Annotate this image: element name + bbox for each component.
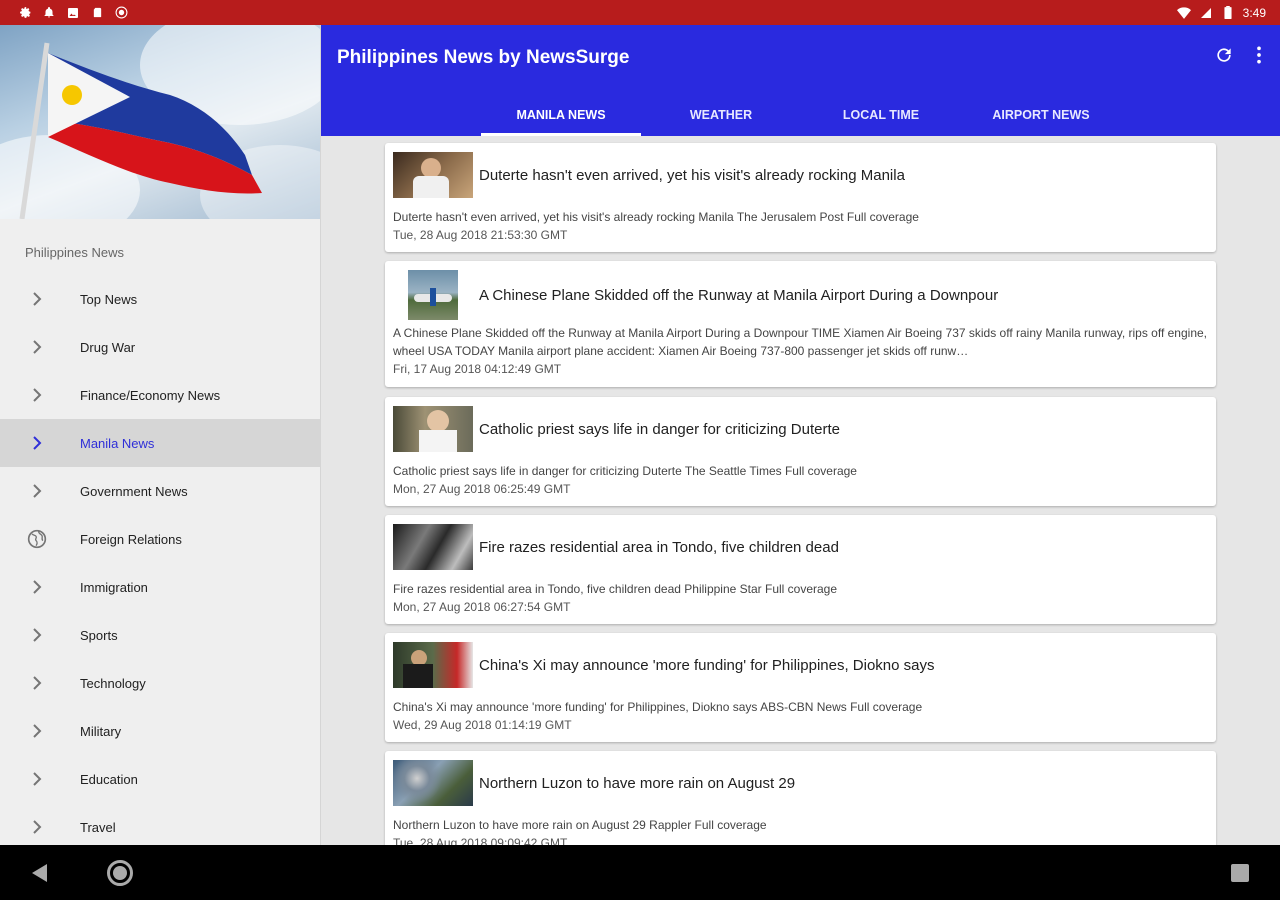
chevron-right-icon xyxy=(26,768,48,790)
news-thumbnail xyxy=(393,152,473,198)
drawer-item-label: Military xyxy=(80,723,122,739)
drawer-item-label: Immigration xyxy=(80,579,148,595)
drawer-item-drug-war[interactable]: Drug War xyxy=(0,323,320,371)
back-icon[interactable] xyxy=(32,864,47,882)
bell-icon xyxy=(42,6,56,20)
news-description: Fire razes residential area in Tondo, fi… xyxy=(393,582,838,596)
drawer-item-manila-news[interactable]: Manila News xyxy=(0,419,320,467)
news-card[interactable]: A Chinese Plane Skidded off the Runway a… xyxy=(385,261,1216,387)
chevron-right-icon xyxy=(26,288,48,310)
news-date: Mon, 27 Aug 2018 06:27:54 GMT xyxy=(393,600,571,614)
drawer-item-finance-economy-news[interactable]: Finance/Economy News xyxy=(0,371,320,419)
tab-weather[interactable]: WEATHER xyxy=(641,93,801,136)
news-thumbnail xyxy=(393,760,473,806)
system-nav-bar xyxy=(0,845,1280,900)
chevron-right-icon xyxy=(26,384,48,406)
image-icon xyxy=(66,6,80,20)
drawer-item-technology[interactable]: Technology xyxy=(0,659,320,707)
app-title: Philippines News by NewsSurge xyxy=(337,47,630,68)
news-thumbnail xyxy=(393,524,473,570)
sd-card-icon xyxy=(90,6,104,20)
news-description: Catholic priest says life in danger for … xyxy=(393,464,857,478)
news-date: Tue, 28 Aug 2018 21:53:30 GMT xyxy=(393,228,568,242)
recents-icon[interactable] xyxy=(1231,864,1249,882)
news-thumbnail xyxy=(393,406,473,452)
drawer-item-label: Manila News xyxy=(80,435,155,451)
chevron-right-icon xyxy=(26,816,48,838)
drawer-section-title: Philippines News xyxy=(25,245,124,260)
signal-icon xyxy=(1199,6,1213,20)
news-title: Duterte hasn't even arrived, yet his vis… xyxy=(479,166,905,184)
news-card[interactable]: Fire razes residential area in Tondo, fi… xyxy=(385,515,1216,624)
drawer-item-government-news[interactable]: Government News xyxy=(0,467,320,515)
news-description: A Chinese Plane Skidded off the Runway a… xyxy=(393,326,1208,358)
drawer-item-label: Education xyxy=(80,771,138,787)
news-thumbnail xyxy=(393,642,473,688)
tab-bar: MANILA NEWS WEATHER LOCAL TIME AIRPORT N… xyxy=(481,93,1121,136)
gear-icon xyxy=(18,6,32,20)
news-title: A Chinese Plane Skidded off the Runway a… xyxy=(479,286,999,304)
chevron-right-icon xyxy=(26,432,48,454)
news-date: Wed, 29 Aug 2018 01:14:19 GMT xyxy=(393,718,572,732)
status-time: 3:49 xyxy=(1242,5,1266,20)
chevron-right-icon xyxy=(26,480,48,502)
refresh-icon[interactable] xyxy=(1214,45,1234,70)
philippine-flag-icon xyxy=(19,42,262,219)
drawer-item-label: Drug War xyxy=(80,339,136,355)
drawer-item-military[interactable]: Military xyxy=(0,707,320,755)
chevron-right-icon xyxy=(26,624,48,646)
news-card[interactable]: Northern Luzon to have more rain on Augu… xyxy=(385,751,1216,845)
news-date: Mon, 27 Aug 2018 06:25:49 GMT xyxy=(393,482,571,496)
chevron-right-icon xyxy=(26,672,48,694)
news-card[interactable]: Duterte hasn't even arrived, yet his vis… xyxy=(385,143,1216,252)
news-card[interactable]: China's Xi may announce 'more funding' f… xyxy=(385,633,1216,742)
news-title: Catholic priest says life in danger for … xyxy=(479,420,840,438)
app-bar: Philippines News by NewsSurge MANILA NEW… xyxy=(321,25,1280,136)
battery-icon xyxy=(1221,6,1235,20)
drawer-item-label: Top News xyxy=(80,291,138,307)
drawer-item-label: Government News xyxy=(80,483,188,499)
app-bar-actions xyxy=(1214,45,1262,70)
news-description: Duterte hasn't even arrived, yet his vis… xyxy=(393,210,919,224)
news-thumbnail xyxy=(408,270,458,320)
news-title: Northern Luzon to have more rain on Augu… xyxy=(479,774,796,792)
record-icon xyxy=(114,6,128,20)
drawer-item-foreign-relations[interactable]: Foreign Relations xyxy=(0,515,320,563)
news-list: Duterte hasn't even arrived, yet his vis… xyxy=(321,136,1280,845)
drawer-item-label: Travel xyxy=(80,819,116,835)
drawer-item-label: Technology xyxy=(80,675,146,691)
news-description: Northern Luzon to have more rain on Augu… xyxy=(393,818,767,832)
more-vert-icon[interactable] xyxy=(1256,45,1262,70)
drawer-item-travel[interactable]: Travel xyxy=(0,803,320,845)
status-system: 3:49 xyxy=(1176,5,1266,20)
tab-airport-news[interactable]: AIRPORT NEWS xyxy=(961,93,1121,136)
drawer-item-label: Sports xyxy=(80,627,118,643)
status-notifications xyxy=(18,6,128,20)
drawer-item-education[interactable]: Education xyxy=(0,755,320,803)
news-date: Fri, 17 Aug 2018 04:12:49 GMT xyxy=(393,362,562,376)
globe-icon xyxy=(26,528,48,550)
chevron-right-icon xyxy=(26,720,48,742)
news-card[interactable]: Catholic priest says life in danger for … xyxy=(385,397,1216,506)
tab-manila-news[interactable]: MANILA NEWS xyxy=(481,93,641,136)
status-bar: 3:49 xyxy=(0,0,1280,25)
drawer-header-flag-image xyxy=(0,25,320,219)
chevron-right-icon xyxy=(26,336,48,358)
tab-local-time[interactable]: LOCAL TIME xyxy=(801,93,961,136)
news-description: China's Xi may announce 'more funding' f… xyxy=(393,700,923,714)
news-title: China's Xi may announce 'more funding' f… xyxy=(479,656,935,674)
news-date: Tue, 28 Aug 2018 09:09:42 GMT xyxy=(393,836,568,845)
chevron-right-icon xyxy=(26,576,48,598)
drawer-item-sports[interactable]: Sports xyxy=(0,611,320,659)
home-icon[interactable] xyxy=(107,860,133,886)
drawer-item-label: Foreign Relations xyxy=(80,531,182,547)
drawer-item-label: Finance/Economy News xyxy=(80,387,221,403)
wifi-icon xyxy=(1176,6,1191,20)
navigation-drawer: Philippines News Top News Drug War Finan… xyxy=(0,25,321,845)
drawer-item-top-news[interactable]: Top News xyxy=(0,275,320,323)
news-title: Fire razes residential area in Tondo, fi… xyxy=(479,538,839,556)
drawer-item-immigration[interactable]: Immigration xyxy=(0,563,320,611)
